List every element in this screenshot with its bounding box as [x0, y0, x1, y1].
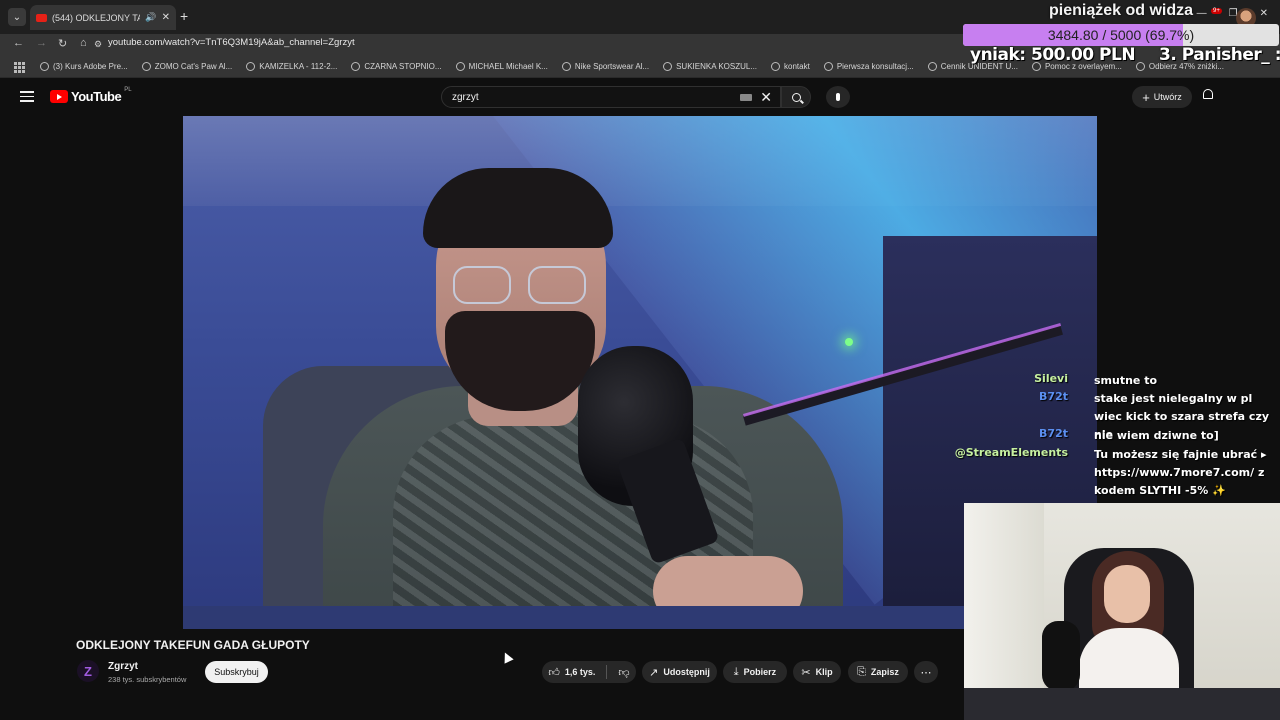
download-icon: ⤓	[733, 665, 739, 678]
top-donors-ticker: yniak: 500.00 PLN 3. Panisher_ : 200	[970, 45, 1280, 69]
globe-icon	[823, 62, 833, 71]
chat-username: Silevi	[1034, 372, 1068, 385]
globe-icon	[141, 62, 151, 71]
bookmark-item[interactable]: kontakt	[771, 62, 810, 71]
create-button[interactable]: + Utwórz	[1132, 86, 1192, 108]
url-field[interactable]: youtube.com/watch?v=TnT6Q3M19jA&ab_chann…	[108, 37, 355, 48]
thumbs-up-icon[interactable]: 👍︎	[548, 666, 560, 679]
globe-icon	[927, 62, 937, 71]
bookmark-item[interactable]: KAMIZELKA - 112-2...	[246, 62, 337, 71]
globe-icon	[246, 62, 256, 71]
search-value: zgrzyt	[452, 91, 479, 103]
search-input[interactable]: zgrzyt ✕	[441, 86, 781, 108]
more-horizontal-icon: ⋯	[920, 666, 932, 679]
globe-icon	[40, 62, 49, 71]
back-icon[interactable]: ←	[13, 37, 24, 49]
chat-text: nie wiem dziwne to]	[1094, 429, 1219, 442]
bookmark-icon: ⎘	[857, 665, 866, 678]
webcam-feed	[964, 503, 1280, 720]
donation-goal-bar: 3484.80 / 5000 (69.7%)	[963, 24, 1279, 46]
youtube-favicon-icon	[36, 13, 47, 22]
scissors-icon: ✂	[801, 666, 811, 679]
voice-search-button[interactable]	[826, 86, 850, 108]
bookmark-item[interactable]: CZARNA STOPNIO...	[351, 62, 442, 71]
reload-icon[interactable]: ↻	[58, 37, 67, 50]
chat-username: B72t	[1039, 390, 1068, 403]
donation-goal-title: pieniążek od widza	[1048, 2, 1194, 19]
tab-title: (544) ODKLEJONY TAKEFUN	[52, 12, 141, 23]
mouse-cursor	[500, 650, 514, 664]
tab-audio-icon[interactable]: 🔊	[145, 12, 156, 23]
bookmark-item[interactable]: Nike Sportswear Al...	[561, 62, 649, 71]
globe-icon	[561, 62, 571, 71]
video-title: ODKLEJONY TAKEFUN GADA GŁUPOTY	[76, 638, 310, 652]
ticker-item: 3. Panisher_ : 200	[1159, 45, 1280, 65]
globe-icon	[455, 62, 465, 71]
bookmark-item[interactable]: SUKIENKA KOSZUL...	[663, 62, 757, 71]
plus-icon: +	[1142, 89, 1150, 105]
video-player[interactable]	[183, 116, 1097, 629]
chat-text: smutne to	[1094, 374, 1158, 387]
clip-button[interactable]: ✂ Klip	[793, 661, 841, 683]
forward-icon[interactable]: →	[36, 37, 47, 49]
bookmark-item[interactable]: Pierwsza konsultacj...	[823, 62, 914, 71]
thumbs-down-icon[interactable]: 👎︎	[618, 666, 629, 679]
new-tab-button[interactable]: +	[180, 8, 188, 24]
search-icon	[791, 92, 801, 102]
share-icon: ↗	[649, 666, 659, 679]
ticker-item: yniak: 500.00 PLN	[970, 45, 1136, 65]
youtube-logo[interactable]: YouTube PL	[50, 87, 132, 104]
bookmark-item[interactable]: (3) Kurs Adobe Pre...	[40, 62, 128, 71]
youtube-play-icon	[50, 90, 68, 103]
more-actions-button[interactable]: ⋯	[914, 661, 938, 683]
site-info-icon[interactable]: ⚙	[94, 39, 102, 50]
bookmark-item[interactable]: MICHAEL Michael K...	[455, 62, 548, 71]
notifications-bell-icon[interactable]	[1203, 89, 1215, 101]
subscriber-count: 238 tys. subskrybentów	[108, 675, 187, 684]
keyboard-icon[interactable]	[740, 94, 752, 101]
hamburger-menu-icon[interactable]	[20, 91, 34, 102]
apps-grid-icon[interactable]	[14, 61, 25, 73]
tab-search-dropdown-icon[interactable]: ⌄	[8, 8, 26, 26]
like-dislike-group: 👍︎ 1,6 tys. 👎︎	[542, 661, 636, 683]
channel-avatar[interactable]: Z	[77, 660, 99, 682]
channel-name[interactable]: Zgrzyt	[108, 661, 138, 672]
close-tab-icon[interactable]: ✕	[162, 12, 170, 23]
subscribe-button[interactable]: Subskrybuj	[205, 661, 268, 683]
download-button[interactable]: ⤓ Pobierz	[723, 661, 787, 683]
chat-text: Tu możesz się fajnie ubrać ▸ https://www…	[1094, 448, 1267, 497]
globe-icon	[663, 62, 673, 71]
microphone-icon	[836, 93, 840, 101]
save-button[interactable]: ⎘ Zapisz	[848, 661, 908, 683]
chat-username: @StreamElements	[954, 446, 1068, 459]
home-icon[interactable]: ⌂	[80, 37, 87, 49]
donation-goal-text: 3484.80 / 5000 (69.7%)	[1047, 27, 1195, 43]
search-button[interactable]	[781, 86, 811, 108]
share-button[interactable]: ↗ Udostępnij	[642, 661, 717, 683]
globe-icon	[351, 62, 361, 71]
browser-tab[interactable]: (544) ODKLEJONY TAKEFUN 🔊 ✕	[30, 5, 176, 30]
like-count[interactable]: 1,6 tys.	[565, 667, 596, 677]
chat-username: B72t	[1039, 427, 1068, 440]
clear-search-icon[interactable]: ✕	[760, 89, 772, 106]
youtube-header: YouTube PL zgrzyt ✕ + Utwórz	[0, 78, 1280, 116]
globe-icon	[771, 62, 781, 71]
bookmark-item[interactable]: ZOMO Cat's Paw Al...	[141, 62, 232, 71]
